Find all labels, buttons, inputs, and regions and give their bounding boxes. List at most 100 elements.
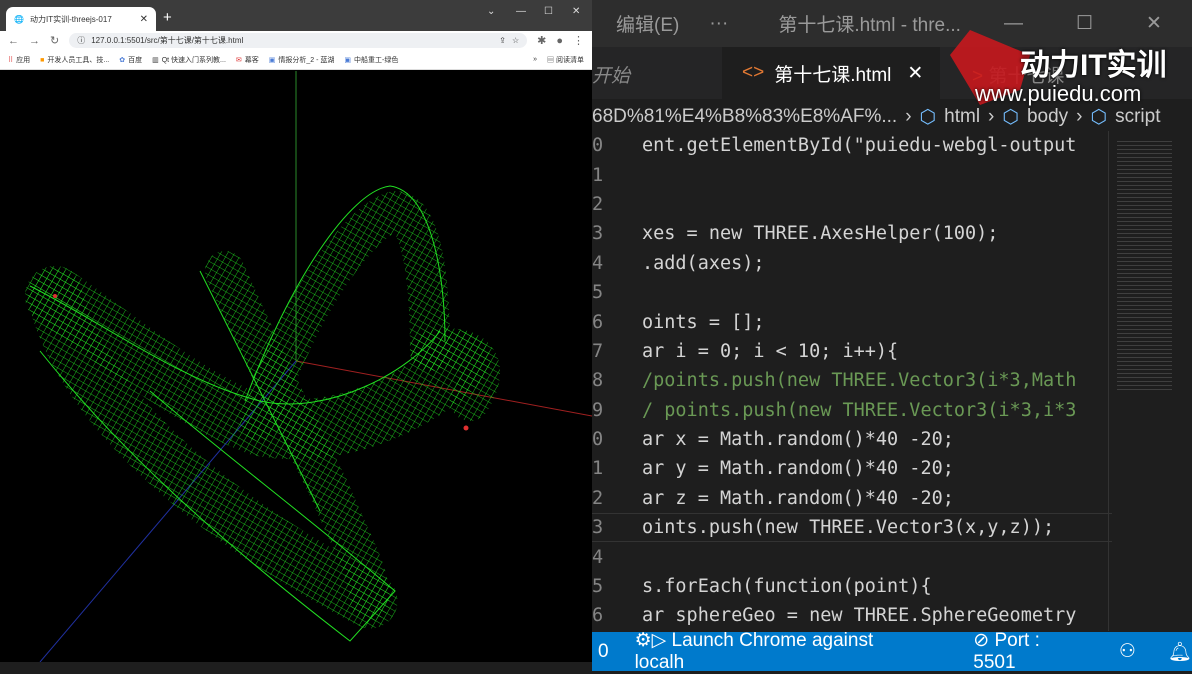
point-marker	[53, 294, 57, 298]
line-number: 4	[592, 546, 604, 568]
new-tab-button[interactable]: +	[163, 9, 172, 26]
bookmark[interactable]: ▣ 中船重工-绿色	[344, 55, 398, 65]
code-text: ar sphereGeo = new THREE.SphereGeometry	[642, 605, 1077, 627]
code-line: 0 ent.getElementById("puiedu-webgl-output	[592, 131, 1112, 160]
line-number: 3	[592, 223, 604, 245]
line-number: 7	[592, 340, 604, 362]
menu-icon[interactable]: ⋮	[573, 34, 584, 47]
bookmark[interactable]: ⠿ 应用	[8, 55, 30, 65]
address-bar[interactable]: ⓘ 127.0.0.1:5501/src/第十七课/第十七课.html ⇪ ☆	[69, 33, 528, 48]
close-button[interactable]: ✕	[572, 6, 580, 17]
code-line: 4	[592, 542, 1112, 571]
menu-edit[interactable]: 编辑(E)	[616, 10, 679, 37]
code-line: 2	[592, 190, 1112, 219]
bookmark-label: 应用	[16, 56, 31, 64]
close-tab-icon[interactable]: ✕	[907, 62, 923, 85]
code-line: 1 ar y = Math.random()*40 -20;	[592, 454, 1112, 483]
code-text: xes = new THREE.AxesHelper(100);	[642, 223, 999, 245]
bookmark-icon: ▣	[268, 56, 276, 64]
reload-icon[interactable]: ↻	[50, 34, 59, 47]
tab-active[interactable]: <> 第十七课.html ✕	[722, 47, 940, 99]
bookmark[interactable]: ▥ Qt 快速入门系列教...	[152, 55, 226, 65]
apps-icon: ⠿	[8, 56, 14, 64]
more-bookmarks[interactable]: »	[533, 56, 537, 63]
code-text: ar x = Math.random()*40 -20;	[642, 429, 954, 451]
breadcrumb-path[interactable]: 68D%81%E4%B8%83%E8%AF%...	[592, 106, 897, 128]
forward-icon[interactable]: →	[29, 35, 40, 47]
star-icon[interactable]: ☆	[512, 36, 519, 45]
live-server-port[interactable]: ⊘ Port : 5501	[973, 629, 1081, 674]
share-icon[interactable]: ⇪	[499, 36, 506, 45]
code-text: s.forEach(function(point){	[642, 576, 932, 598]
code-text: ar z = Math.random()*40 -20;	[642, 487, 954, 509]
bookmark-label: 幕客	[244, 56, 259, 64]
tab-welcome[interactable]: 开始	[592, 61, 630, 88]
bookmark-label: 情报分析_2 - 蓝湖	[278, 56, 335, 64]
point-marker	[463, 425, 469, 431]
code-text: / points.push(new THREE.Vector3(i*3,i*3	[642, 399, 1077, 421]
code-editor[interactable]: 0 ent.getElementById("puiedu-webgl-output…	[592, 131, 1112, 631]
bookmark[interactable]: ✿ 百度	[119, 55, 142, 65]
line-number: 0	[592, 135, 604, 157]
code-text: .add(axes);	[642, 252, 765, 274]
watermark-logo: 动力IT实训 www.puiedu.com	[950, 25, 1190, 110]
feedback-icon[interactable]: ⚇	[1119, 640, 1136, 663]
extensions-icon[interactable]: ✱	[537, 34, 546, 47]
browser-tab[interactable]: 🌐 动力IT实训-threejs-017 ✕	[6, 7, 156, 31]
debug-icon: ⚙▷	[634, 630, 667, 651]
bookmark-label: 中船重工-绿色	[354, 56, 399, 64]
debug-launch[interactable]: ⚙▷ Launch Chrome against localh	[635, 629, 912, 674]
line-number: 8	[592, 370, 604, 392]
code-line: 1	[592, 160, 1112, 189]
reading-list[interactable]: ▤ 阅读清单	[547, 55, 584, 65]
profile-icon[interactable]: ●	[556, 35, 563, 47]
bookmark[interactable]: ▣ 情报分析_2 - 蓝湖	[269, 55, 335, 65]
bell-icon[interactable]: 🔔︎	[1168, 640, 1192, 664]
minimize-button[interactable]: —	[516, 6, 526, 17]
window-title: 第十七课.html - thre...	[778, 15, 961, 36]
book-icon: ▥	[152, 56, 159, 64]
tab-label: 第十七课.html	[774, 64, 892, 86]
line-number: 2	[592, 487, 604, 509]
back-icon[interactable]: ←	[8, 35, 19, 47]
html-file-icon: <>	[742, 62, 765, 83]
code-line: 5 s.forEach(function(point){	[592, 572, 1112, 601]
mail-icon: ✉	[235, 56, 242, 64]
prohibit-icon: ⊘	[973, 630, 990, 651]
bookmark[interactable]: ✉ 幕客	[236, 55, 259, 65]
code-text: /points.push(new THREE.Vector3(i*3,Math	[642, 370, 1077, 392]
code-line: 7 ar i = 0; i < 10; i++){	[592, 337, 1112, 366]
toolbar: ← → ↻ ⓘ 127.0.0.1:5501/src/第十七课/第十七课.html ⇪ ☆…	[0, 31, 592, 50]
maximize-button[interactable]: ☐	[544, 6, 553, 17]
close-tab-icon[interactable]: ✕	[140, 14, 148, 25]
line-number: 3	[592, 517, 604, 539]
problems-count[interactable]: 0	[598, 641, 609, 663]
bookmark-label: 百度	[128, 56, 143, 64]
menu-more[interactable]: ···	[709, 13, 728, 35]
code-line: 3 oints.push(new THREE.Vector3(x,y,z));	[592, 513, 1112, 543]
code-line: 0 ar x = Math.random()*40 -20;	[592, 425, 1112, 454]
code-line: 8/points.push(new THREE.Vector3(i*3,Math	[592, 366, 1112, 395]
bookmarks-bar: ⠿ 应用 ■ 开发人员工具、技... ✿ 百度 ▥ Qt 快速入门系列教... ✉ 幕客 …	[0, 50, 592, 70]
webgl-canvas[interactable]	[0, 71, 592, 662]
info-icon: ⓘ	[77, 36, 86, 45]
bookmark[interactable]: ■ 开发人员工具、技...	[40, 55, 109, 65]
logo-brand: 动力IT实训	[1020, 49, 1167, 82]
line-number: 2	[592, 193, 604, 215]
code-line: 2 ar z = Math.random()*40 -20;	[592, 484, 1112, 513]
browser-window: 🌐 动力IT实训-threejs-017 ✕ + ⌄ — ☐ ✕ ← → ↻ ⓘ 127.…	[0, 0, 592, 662]
minimap[interactable]	[1108, 131, 1192, 631]
logo-site: www.puiedu.com	[975, 81, 1142, 106]
tab-title: 动力IT实训-threejs-017	[29, 14, 112, 24]
code-text: oints = [];	[642, 311, 765, 333]
reading-list-label: 阅读清单	[556, 56, 584, 64]
cube-icon: ⬡	[919, 106, 937, 128]
line-number: 1	[592, 458, 604, 480]
windows-icon: ■	[40, 56, 45, 64]
code-text: ar i = 0; i < 10; i++){	[642, 340, 899, 362]
bookmark-label: 开发人员工具、技...	[47, 56, 110, 64]
tab-search-icon[interactable]: ⌄	[487, 6, 495, 17]
url-text: 127.0.0.1:5501/src/第十七课/第十七课.html	[91, 36, 244, 45]
code-line: 3 xes = new THREE.AxesHelper(100);	[592, 219, 1112, 248]
globe-icon: 🌐	[14, 14, 24, 24]
